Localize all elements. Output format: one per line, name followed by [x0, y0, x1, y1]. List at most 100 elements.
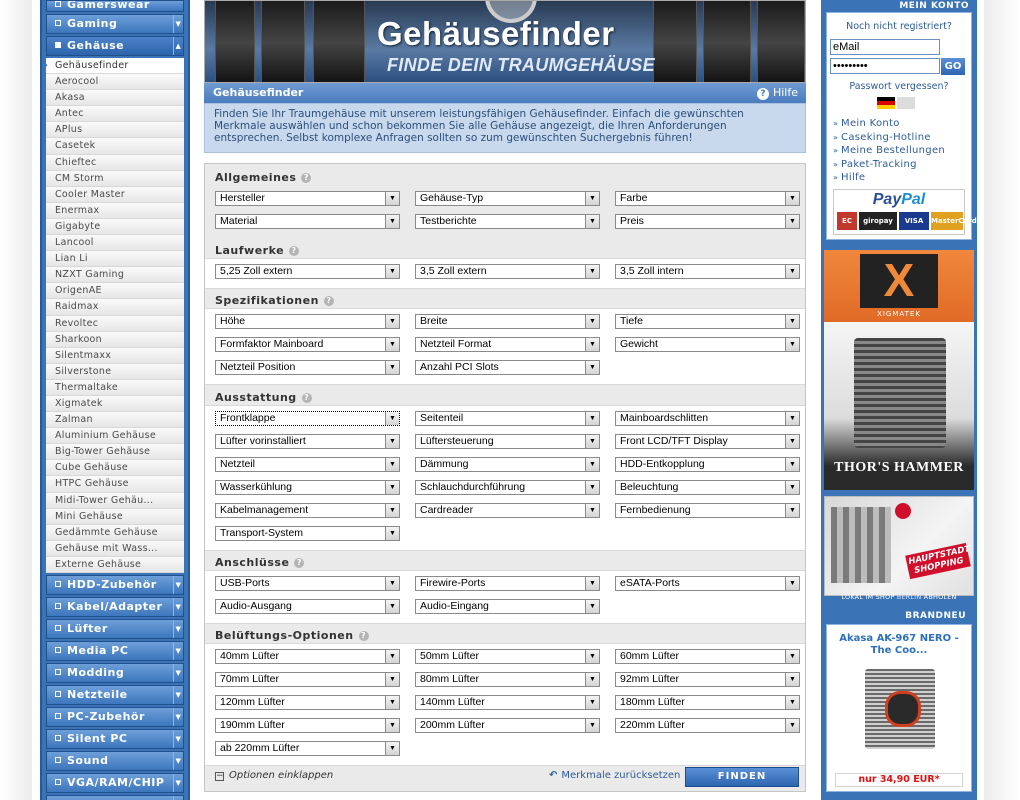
subcategory-nzxt-gaming[interactable]: NZXT Gaming — [46, 267, 184, 284]
subcategory-lian-li[interactable]: Lian Li — [46, 251, 184, 268]
password-field[interactable]: ••••••••• — [830, 58, 940, 74]
dropdown-arrow-icon[interactable]: ▼ — [585, 696, 599, 709]
category-gehaeuse[interactable]: Gehäuse ▲ — [46, 36, 184, 56]
subcategory-gehaeuse-mit-wass[interactable]: Gehäuse mit Wass... — [46, 540, 184, 557]
filter-select-netzteil[interactable]: Netzteil ▼ — [215, 457, 400, 472]
filter-select-190mm-luefter[interactable]: 190mm Lüfter ▼ — [215, 718, 400, 733]
filter-select-ab-220mm-luefter[interactable]: ab 220mm Lüfter ▼ — [215, 741, 400, 756]
dropdown-arrow-icon[interactable]: ▼ — [785, 192, 799, 205]
filter-select-180mm-luefter[interactable]: 180mm Lüfter ▼ — [615, 695, 800, 710]
brandneu-box[interactable]: Akasa AK-967 NERO - The Coo... nur 34,90… — [826, 624, 972, 792]
dropdown-arrow-icon[interactable]: ▼ — [785, 719, 799, 732]
filter-select-anzahl-pci-slots[interactable]: Anzahl PCI Slots ▼ — [415, 360, 600, 375]
chevron-down-icon[interactable]: ▼ — [173, 15, 183, 33]
filter-select-hersteller[interactable]: Hersteller ▼ — [215, 191, 400, 206]
subcategory-silverstone[interactable]: Silverstone — [46, 363, 184, 380]
filter-select-testberichte[interactable]: Testberichte ▼ — [415, 214, 600, 229]
category-gaming[interactable]: Gaming ▼ — [46, 14, 184, 34]
dropdown-arrow-icon[interactable]: ▼ — [785, 458, 799, 471]
category-luefter[interactable]: Lüfter ▼ — [46, 619, 184, 639]
subcategory-cm-storm[interactable]: CM Storm — [46, 170, 184, 187]
chevron-down-icon[interactable]: ▼ — [173, 796, 183, 800]
filter-select-preis[interactable]: Preis ▼ — [615, 214, 800, 229]
filter-select-80mm-luefter[interactable]: 80mm Lüfter ▼ — [415, 672, 600, 687]
dropdown-arrow-icon[interactable]: ▼ — [385, 338, 399, 351]
dropdown-arrow-icon[interactable]: ▼ — [585, 361, 599, 374]
chevron-down-icon[interactable]: ▼ — [173, 686, 183, 704]
dropdown-arrow-icon[interactable]: ▼ — [785, 650, 799, 663]
filter-select-200mm-luefter[interactable]: 200mm Lüfter ▼ — [415, 718, 600, 733]
dropdown-arrow-icon[interactable]: ▼ — [385, 577, 399, 590]
filter-select-220mm-luefter[interactable]: 220mm Lüfter ▼ — [615, 718, 800, 733]
account-link-paket-tracking[interactable]: Paket-Tracking — [833, 158, 945, 172]
dropdown-arrow-icon[interactable]: ▼ — [385, 435, 399, 448]
filter-select-3-5-zoll-extern[interactable]: 3,5 Zoll extern ▼ — [415, 264, 600, 279]
chevron-down-icon[interactable]: ▼ — [173, 708, 183, 726]
dropdown-arrow-icon[interactable]: ▼ — [585, 338, 599, 351]
filter-select-material[interactable]: Material ▼ — [215, 214, 400, 229]
category-pc-zubehoer[interactable]: PC-Zubehör ▼ — [46, 707, 184, 727]
filter-select-5-25-zoll-extern[interactable]: 5,25 Zoll extern ▼ — [215, 264, 400, 279]
filter-select-gewicht[interactable]: Gewicht ▼ — [615, 337, 800, 352]
subcategory-htpc-gehaeuse[interactable]: HTPC Gehäuse — [46, 476, 184, 493]
filter-select-audio-ausgang[interactable]: Audio-Ausgang ▼ — [215, 599, 400, 614]
dropdown-arrow-icon[interactable]: ▼ — [585, 650, 599, 663]
filter-select-120mm-luefter[interactable]: 120mm Lüfter ▼ — [215, 695, 400, 710]
dropdown-arrow-icon[interactable]: ▼ — [785, 315, 799, 328]
filter-select-40mm-luefter[interactable]: 40mm Lüfter ▼ — [215, 649, 400, 664]
dropdown-arrow-icon[interactable]: ▼ — [385, 192, 399, 205]
account-link-mein-konto[interactable]: Mein Konto — [833, 117, 945, 131]
dropdown-arrow-icon[interactable]: ▼ — [585, 412, 599, 425]
dropdown-arrow-icon[interactable]: ▼ — [385, 481, 399, 494]
subcategory-lancool[interactable]: Lancool — [46, 235, 184, 252]
subcategory-enermax[interactable]: Enermax — [46, 202, 184, 219]
subcategory-revoltec[interactable]: Revoltec — [46, 315, 184, 332]
filter-select-transport-system[interactable]: Transport-System ▼ — [215, 526, 400, 541]
product-image[interactable] — [865, 669, 935, 749]
help-link[interactable]: ? Hilfe — [756, 83, 798, 103]
dropdown-arrow-icon[interactable]: ▼ — [785, 338, 799, 351]
forgot-password-link[interactable]: Passwort vergessen? — [827, 81, 971, 92]
dropdown-arrow-icon[interactable]: ▼ — [785, 265, 799, 278]
filter-select-netzteil-format[interactable]: Netzteil Format ▼ — [415, 337, 600, 352]
dropdown-arrow-icon[interactable]: ▼ — [585, 192, 599, 205]
filter-select-gehaeuse-typ[interactable]: Gehäuse-Typ ▼ — [415, 191, 600, 206]
hauptstadt-shopping-ad[interactable]: HAUPTSTADT SHOPPING — [824, 496, 974, 596]
flag-german-icon[interactable] — [877, 97, 895, 109]
dropdown-arrow-icon[interactable]: ▼ — [385, 673, 399, 686]
subcategory-zalman[interactable]: Zalman — [46, 412, 184, 429]
filter-select-3-5-zoll-intern[interactable]: 3,5 Zoll intern ▼ — [615, 264, 800, 279]
subcategory-casetek[interactable]: Casetek — [46, 138, 184, 155]
chevron-down-icon[interactable]: ▼ — [173, 774, 183, 792]
chevron-down-icon[interactable]: ▼ — [173, 598, 183, 616]
category-vga-ram-chip[interactable]: VGA/RAM/CHIP ▼ — [46, 773, 184, 793]
subcategory-gedaemmte-gehaeuse[interactable]: Gedämmte Gehäuse — [46, 524, 184, 541]
filter-select-lueftersteuerung[interactable]: Lüftersteuerung ▼ — [415, 434, 600, 449]
filter-select-front-lcd-tft-display[interactable]: Front LCD/TFT Display ▼ — [615, 434, 800, 449]
help-icon[interactable]: ? — [301, 173, 312, 183]
help-icon[interactable]: ? — [301, 393, 312, 403]
filter-select-hoehe[interactable]: Höhe ▼ — [215, 314, 400, 329]
subcategory-antec[interactable]: Antec — [46, 106, 184, 123]
dropdown-arrow-icon[interactable]: ▼ — [585, 315, 599, 328]
filter-select-hdd-entkopplung[interactable]: HDD-Entkopplung ▼ — [615, 457, 800, 472]
subcategory-origenae[interactable]: OrigenAE — [46, 283, 184, 300]
subcategory-aplus[interactable]: APlus — [46, 122, 184, 139]
dropdown-arrow-icon[interactable]: ▼ — [585, 719, 599, 732]
dropdown-arrow-icon[interactable]: ▼ — [385, 719, 399, 732]
filter-select-beleuchtung[interactable]: Beleuchtung ▼ — [615, 480, 800, 495]
dropdown-arrow-icon[interactable]: ▼ — [785, 577, 799, 590]
filter-select-140mm-luefter[interactable]: 140mm Lüfter ▼ — [415, 695, 600, 710]
dropdown-arrow-icon[interactable]: ▼ — [785, 504, 799, 517]
category-silent-pc[interactable]: Silent PC ▼ — [46, 729, 184, 749]
filter-select-fernbedienung[interactable]: Fernbedienung ▼ — [615, 503, 800, 518]
email-field[interactable]: eMail — [830, 39, 940, 55]
filter-select-seitenteil[interactable]: Seitenteil ▼ — [415, 411, 600, 426]
category-hdd-zubehoer[interactable]: HDD-Zubehör ▼ — [46, 575, 184, 595]
dropdown-arrow-icon[interactable]: ▼ — [385, 600, 399, 613]
filter-select-mainboardschlitten[interactable]: Mainboardschlitten ▼ — [615, 411, 800, 426]
dropdown-arrow-icon[interactable]: ▼ — [585, 215, 599, 228]
subcategory-thermaltake[interactable]: Thermaltake — [46, 379, 184, 396]
subcategory-aluminium-gehaeuse[interactable]: Aluminium Gehäuse — [46, 428, 184, 445]
filter-select-70mm-luefter[interactable]: 70mm Lüfter ▼ — [215, 672, 400, 687]
